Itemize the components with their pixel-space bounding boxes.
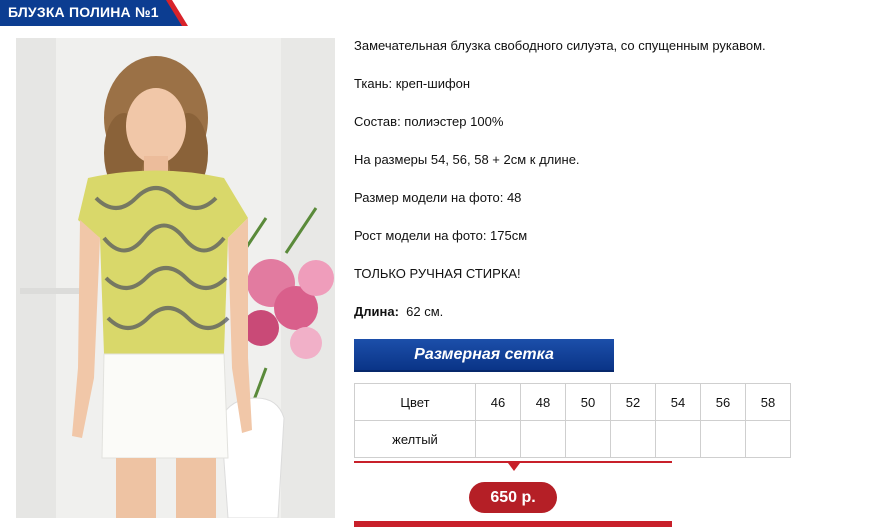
size-header-48: 48 [520, 383, 566, 421]
size-header-52: 52 [610, 383, 656, 421]
length-label: Длина: [354, 304, 399, 319]
length-value: 62 см. [406, 304, 444, 319]
description-model-height: Рост модели на фото: 175см [354, 228, 528, 243]
size-header-54: 54 [655, 383, 701, 421]
size-cell-48[interactable] [520, 420, 566, 458]
size-header-color: Цвет [354, 383, 476, 421]
size-row-color: желтый [354, 420, 476, 458]
size-table: Цвет 46 48 50 52 54 56 58 желтый [354, 383, 791, 458]
product-title: БЛУЗКА ПОЛИНА №1 [8, 4, 159, 20]
description-length: Длина: 62 см. [354, 304, 443, 319]
size-header-50: 50 [565, 383, 611, 421]
price-divider-bottom [354, 521, 672, 527]
size-chart-button[interactable]: Размерная сетка [354, 339, 614, 372]
size-table-row: желтый [354, 420, 791, 458]
description-care: ТОЛЬКО РУЧНАЯ СТИРКА! [354, 266, 521, 281]
size-header-56: 56 [700, 383, 746, 421]
size-cell-50[interactable] [565, 420, 611, 458]
size-cell-52[interactable] [610, 420, 656, 458]
size-chart-button-label: Размерная сетка [414, 345, 554, 363]
size-cell-46[interactable] [475, 420, 521, 458]
description-composition: Состав: полиэстер 100% [354, 114, 504, 129]
description-fabric: Ткань: креп-шифон [354, 76, 471, 91]
description-model-size: Размер модели на фото: 48 [354, 190, 522, 205]
size-cell-58[interactable] [745, 420, 791, 458]
description-intro: Замечательная блузка свободного силуэта,… [354, 38, 766, 53]
price-label: 650 р. [490, 488, 536, 506]
size-cell-56[interactable] [700, 420, 746, 458]
price-pointer-icon [508, 463, 520, 471]
size-cell-54[interactable] [655, 420, 701, 458]
price-badge: 650 р. [469, 482, 557, 513]
size-table-header: Цвет 46 48 50 52 54 56 58 [354, 383, 791, 421]
description-sizes-note: На размеры 54, 56, 58 + 2см к длине. [354, 152, 580, 167]
size-header-46: 46 [475, 383, 521, 421]
size-header-58: 58 [745, 383, 791, 421]
product-photo[interactable] [16, 38, 335, 518]
